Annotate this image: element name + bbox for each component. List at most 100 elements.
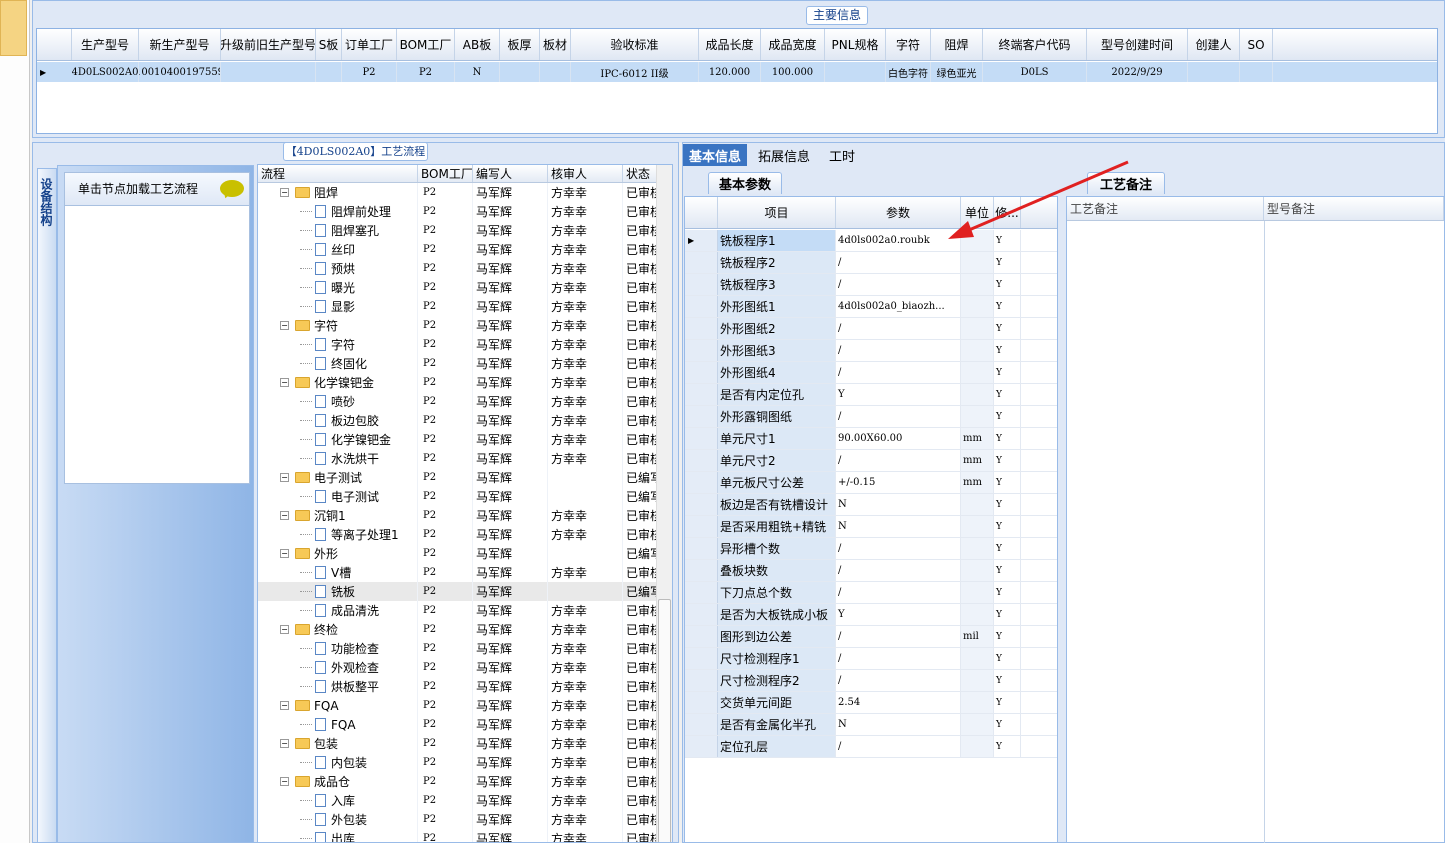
subtab-basic-params[interactable]: 基本参数	[708, 172, 782, 194]
param-row[interactable]: 铣板程序2/ Y	[685, 252, 1057, 274]
tree-row[interactable]: 喷砂 P2 马军辉 方幸幸 已审核	[258, 392, 672, 411]
tree-row[interactable]: − 包装 P2 马军辉 方幸幸 已审核	[258, 734, 672, 753]
param-value[interactable]: /	[836, 648, 961, 669]
tree-node[interactable]: 预烘	[258, 259, 418, 278]
param-row[interactable]: 外形图纸2/ Y	[685, 318, 1057, 340]
param-row[interactable]: 单元板尺寸公差 +/-0.15 mm Y	[685, 472, 1057, 494]
main-cell[interactable]	[316, 62, 342, 82]
collapse-icon[interactable]: −	[280, 549, 289, 558]
param-value[interactable]: N	[836, 494, 961, 515]
main-cell[interactable]: 100.000	[761, 62, 825, 82]
tree-col-header[interactable]: BOM工厂	[418, 165, 473, 182]
collapse-icon[interactable]: −	[280, 188, 289, 197]
tree-row[interactable]: 外包装 P2 马军辉 方幸幸 已审核	[258, 810, 672, 829]
main-col-header[interactable]: BOM工厂	[397, 29, 455, 60]
main-col-header[interactable]: S板	[316, 29, 342, 60]
main-col-header[interactable]: 阻焊	[931, 29, 983, 60]
collapse-icon[interactable]: −	[280, 321, 289, 330]
param-value[interactable]: /	[836, 318, 961, 339]
tree-node[interactable]: 化学镍钯金	[258, 430, 418, 449]
collapse-icon[interactable]: −	[280, 739, 289, 748]
main-col-header[interactable]: 创建人	[1188, 29, 1240, 60]
tree-node[interactable]: 阻焊塞孔	[258, 221, 418, 240]
tree-row[interactable]: − 成品仓 P2 马军辉 方幸幸 已审核	[258, 772, 672, 791]
tree-row[interactable]: 阻焊塞孔 P2 马军辉 方幸幸 已审核	[258, 221, 672, 240]
param-row[interactable]: 定位孔层 / Y	[685, 736, 1057, 758]
param-row[interactable]: 是否为大板铣成小板 Y Y	[685, 604, 1057, 626]
tree-row[interactable]: 水洗烘干 P2 马军辉 方幸幸 已审核	[258, 449, 672, 468]
main-col-header[interactable]: AB板	[455, 29, 500, 60]
tree-node[interactable]: − 包装	[258, 734, 418, 753]
main-cell[interactable]: D0LS	[983, 62, 1087, 82]
param-row[interactable]: 是否有金属化半孔 N Y	[685, 714, 1057, 736]
main-col-header[interactable]: 终端客户代码	[983, 29, 1087, 60]
tree-node[interactable]: − 成品仓	[258, 772, 418, 791]
tree-row[interactable]: 铣板 P2 马军辉 已编写	[258, 582, 672, 601]
tree-node[interactable]: − FQA	[258, 696, 418, 715]
device-structure-tab[interactable]	[37, 168, 57, 843]
tree-node[interactable]: 显影	[258, 297, 418, 316]
param-col-header[interactable]: 项目	[718, 197, 836, 228]
tree-node[interactable]: 烘板整平	[258, 677, 418, 696]
tree-scrollbar[interactable]	[656, 165, 672, 842]
param-row[interactable]: 是否采用粗铣+精铣 N Y	[685, 516, 1057, 538]
main-col-header[interactable]: 板材	[540, 29, 571, 60]
tree-node[interactable]: 曝光	[258, 278, 418, 297]
main-info-row[interactable]: ▶ 4D0LS002A0 10010400197559 P2 P2 N IPC-6012 I…	[37, 62, 1437, 82]
main-col-header[interactable]: 升级前旧生产型号	[221, 29, 316, 60]
tree-row[interactable]: 化学镍钯金 P2 马军辉 方幸幸 已审核	[258, 430, 672, 449]
tree-node[interactable]: 水洗烘干	[258, 449, 418, 468]
main-col-header[interactable]: SO	[1240, 29, 1273, 60]
param-value[interactable]: /	[836, 252, 961, 273]
param-value[interactable]: /	[836, 450, 961, 471]
param-value[interactable]: /	[836, 340, 961, 361]
param-row[interactable]: 异形槽个数 / Y	[685, 538, 1057, 560]
tab-basic-info[interactable]: 基本信息	[683, 144, 748, 166]
collapse-icon[interactable]: −	[280, 511, 289, 520]
param-row[interactable]: 外形图纸1 4d0ls002a0_biaozh... Y	[685, 296, 1057, 318]
tree-node[interactable]: 内包装	[258, 753, 418, 772]
param-value[interactable]: /	[836, 560, 961, 581]
param-row[interactable]: 单元尺寸2/mm Y	[685, 450, 1057, 472]
param-value[interactable]: /	[836, 406, 961, 427]
tree-node[interactable]: − 阻焊	[258, 183, 418, 202]
tree-row[interactable]: − 字符 P2 马军辉 方幸幸 已审核	[258, 316, 672, 335]
tree-node[interactable]: − 外形	[258, 544, 418, 563]
tree-row[interactable]: 出库 P2 马军辉 方幸幸 已审核	[258, 829, 672, 842]
main-cell[interactable]: P2	[397, 62, 455, 82]
main-cell[interactable]: 2022/9/29	[1087, 62, 1188, 82]
param-row[interactable]: 外形图纸4/ Y	[685, 362, 1057, 384]
tree-row[interactable]: 字符 P2 马军辉 方幸幸 已审核	[258, 335, 672, 354]
main-cell[interactable]: IPC-6012 II级	[571, 62, 699, 82]
left-active-tab[interactable]	[0, 0, 27, 56]
tree-node[interactable]: 铣板	[258, 582, 418, 601]
param-value[interactable]: /	[836, 670, 961, 691]
tree-row[interactable]: − 终检 P2 马军辉 方幸幸 已审核	[258, 620, 672, 639]
tree-node[interactable]: − 化学镍钯金	[258, 373, 418, 392]
param-value[interactable]: +/-0.15	[836, 472, 961, 493]
main-col-header[interactable]: 字符	[886, 29, 931, 60]
tree-node[interactable]: 出库	[258, 829, 418, 842]
param-value[interactable]: /	[836, 582, 961, 603]
main-col-header[interactable]: 板厚	[500, 29, 540, 60]
tree-node[interactable]: − 电子测试	[258, 468, 418, 487]
main-cell[interactable]: N	[455, 62, 500, 82]
tree-node[interactable]: 丝印	[258, 240, 418, 259]
tree-node[interactable]: 入库	[258, 791, 418, 810]
main-cell[interactable]	[825, 62, 886, 82]
tree-row[interactable]: 内包装 P2 马军辉 方幸幸 已审核	[258, 753, 672, 772]
param-value[interactable]: /	[836, 274, 961, 295]
tree-row[interactable]: − 外形 P2 马军辉 已编写	[258, 544, 672, 563]
main-col-header[interactable]: PNL规格	[825, 29, 886, 60]
main-cell[interactable]	[500, 62, 540, 82]
main-cell[interactable]	[1240, 62, 1273, 82]
param-row[interactable]: 尺寸检测程序2/ Y	[685, 670, 1057, 692]
tree-col-header[interactable]: 流程	[258, 165, 418, 182]
tree-row[interactable]: − 沉铜1 P2 马军辉 方幸幸 已审核	[258, 506, 672, 525]
param-row[interactable]: 交货单元间距 2.54 Y	[685, 692, 1057, 714]
param-value[interactable]: N	[836, 714, 961, 735]
tree-row[interactable]: − 电子测试 P2 马军辉 已编写	[258, 468, 672, 487]
param-row[interactable]: 是否有内定位孔 Y Y	[685, 384, 1057, 406]
tree-node[interactable]: V槽	[258, 563, 418, 582]
main-cell[interactable]: P2	[342, 62, 397, 82]
